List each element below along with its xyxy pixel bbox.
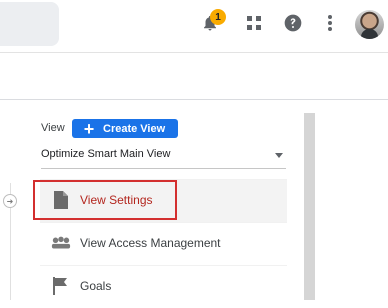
create-view-label: Create View [103, 122, 166, 135]
more-vert-icon [328, 15, 332, 31]
column-divider-scrollbar[interactable] [304, 113, 315, 300]
top-bar: 1 [0, 0, 388, 53]
next-column-pane [316, 113, 388, 300]
nav-item-label: Goals [80, 279, 112, 293]
view-selector[interactable]: Optimize Smart Main View [41, 148, 286, 169]
apps-grid-icon [247, 16, 261, 30]
more-options-button[interactable] [318, 10, 342, 36]
nav-item-goals[interactable]: Goals [40, 265, 287, 308]
create-view-button[interactable]: + Create View [72, 119, 178, 138]
view-column-label: View [41, 122, 65, 134]
nav-item-label: View Access Management [80, 236, 221, 250]
plus-icon: + [83, 118, 95, 139]
notification-count-badge: 1 [210, 9, 226, 25]
dropdown-arrow-icon [275, 153, 283, 158]
sub-toolbar [0, 53, 388, 100]
document-icon [51, 190, 71, 210]
nav-item-view-access-management[interactable]: View Access Management [40, 222, 287, 265]
help-icon [284, 14, 302, 32]
search-box[interactable] [0, 2, 59, 46]
help-button[interactable] [281, 10, 305, 36]
avatar[interactable] [355, 10, 384, 39]
apps-button[interactable] [242, 10, 266, 36]
selected-view-name: Optimize Smart Main View [41, 148, 171, 160]
collapse-arrow-icon[interactable]: ➜ [3, 194, 17, 208]
nav-item-label: View Settings [80, 193, 153, 207]
nav-item-view-settings[interactable]: View Settings [40, 179, 287, 222]
flag-icon [51, 276, 71, 296]
people-icon [51, 233, 71, 253]
